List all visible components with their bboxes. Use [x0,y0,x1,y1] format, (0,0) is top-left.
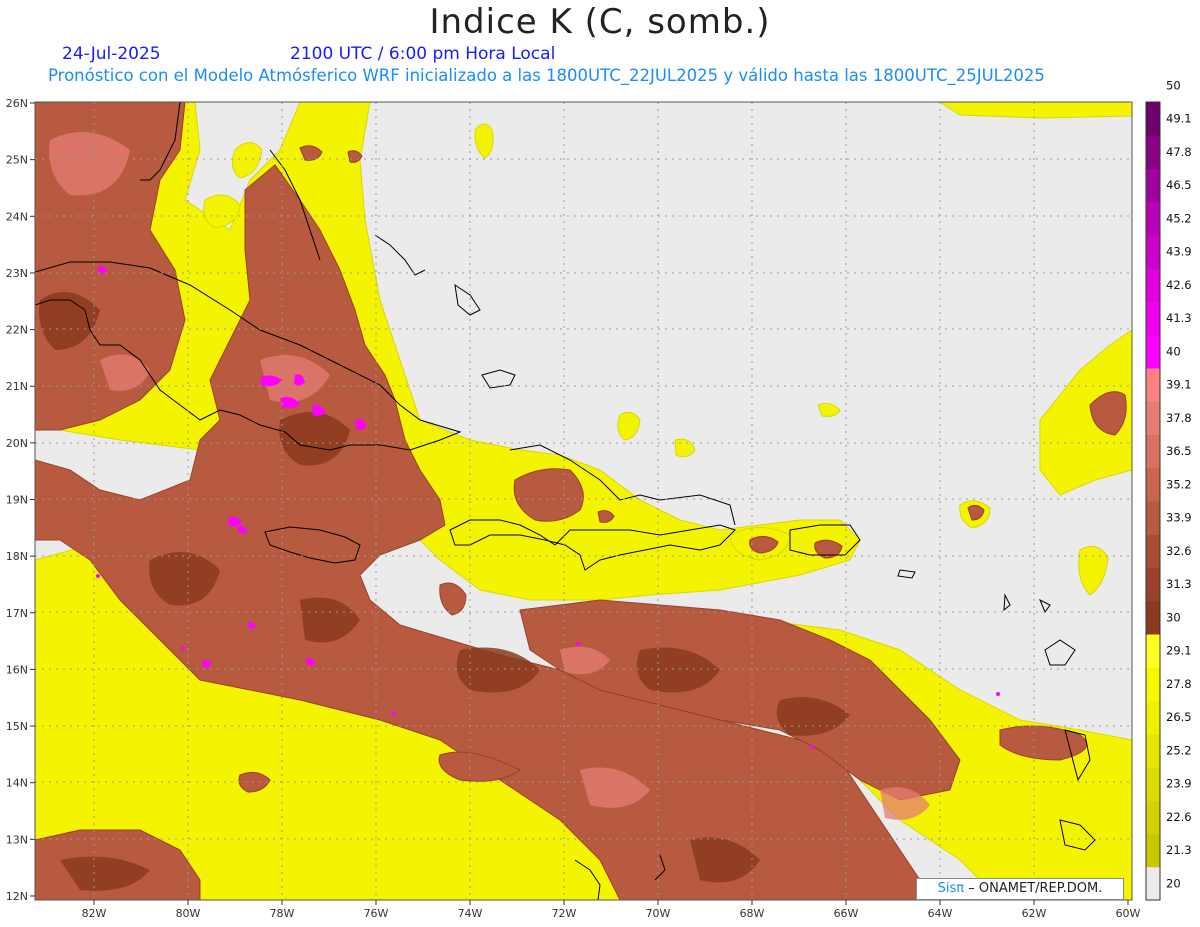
lon-label: 66W [834,907,859,920]
colorbar-label: 43.9 [1166,245,1192,259]
lat-label: 12N [6,890,28,903]
colorbar-segment [1146,634,1160,668]
colorbar-label: 39.1 [1166,378,1192,392]
colorbar-label: 42.6 [1166,278,1192,292]
colorbar: 20 21.3 22.6 23.9 25.2 26.5 27.8 29.1 30 31.3 32.6… [1145,78,1192,901]
colorbar-segment [1146,767,1160,801]
credit-box: Sisπ – ONAMET/REP.DOM. [916,878,1124,900]
colorbar-label: 41.3 [1166,311,1192,325]
colorbar-segment [1146,700,1160,735]
colorbar-label: 40 [1166,344,1181,358]
lon-label: 76W [364,907,389,920]
colorbar-segment [1146,467,1160,502]
colorbar-label: 32.6 [1166,544,1192,558]
lat-label: 15N [6,720,28,733]
lat-label: 16N [6,663,28,676]
colorbar-label: 46.5 [1166,178,1192,192]
colorbar-label: 27.8 [1166,677,1192,691]
colorbar-segment [1146,334,1160,369]
colorbar-segment [1146,667,1160,701]
colorbar-segment [1146,268,1160,302]
lat-label: 18N [6,550,28,563]
lat-label: 25N [6,154,28,167]
colorbar-label: 36.5 [1166,444,1192,458]
colorbar-label: 21.3 [1166,843,1192,857]
colorbar-label: 31.3 [1166,577,1192,591]
lon-label: 62W [1022,907,1047,920]
colorbar-segment [1146,368,1160,402]
lat-label: 17N [6,607,28,620]
colorbar-label: 29.1 [1166,644,1192,658]
k-index-map: 12N 13N 14N 15N 16N 17N 18N 19N 20N 21N 22N 23N 24N 2… [6,78,1192,920]
colorbar-segment [1146,135,1160,169]
longitude-axis: 82W 80W 78W 76W 74W 72W 70W 68W 66W 64W 62W 60W [82,900,1141,920]
colorbar-segment [1146,866,1160,901]
lat-label: 14N [6,777,28,790]
lon-label: 64W [928,907,953,920]
lon-label: 70W [646,907,671,920]
lon-label: 82W [82,907,107,920]
colorbar-segment [1146,434,1160,469]
lon-label: 68W [740,907,765,920]
colorbar-segment [1146,600,1160,635]
colorbar-label: 26.5 [1166,710,1192,724]
lat-label: 21N [6,380,28,393]
colorbar-segment [1146,201,1160,236]
colorbar-segment [1146,235,1160,269]
lat-label: 26N [6,97,28,110]
lat-label: 13N [6,833,28,846]
colorbar-label: 22.6 [1166,810,1192,824]
sispi-logo-text: Sisπ [937,881,965,896]
lon-label: 74W [458,907,483,920]
map-plot-area [35,102,1132,900]
colorbar-segment [1146,800,1160,834]
colorbar-label: 23.9 [1166,777,1192,791]
lat-label: 22N [6,324,28,337]
colorbar-segment [1146,534,1160,568]
colorbar-segment [1146,733,1160,768]
colorbar-label: 33.9 [1166,511,1192,525]
lat-label: 23N [6,267,28,280]
colorbar-segment [1146,567,1160,602]
colorbar-label: 25.2 [1166,743,1192,757]
latitude-axis: 12N 13N 14N 15N 16N 17N 18N 19N 20N 21N 22N 23N 24N 2… [6,97,35,903]
colorbar-segment [1146,401,1160,435]
colorbar-segment [1146,833,1160,868]
colorbar-label: 20 [1166,876,1181,890]
colorbar-segment [1146,168,1160,203]
lat-label: 24N [6,210,28,223]
lon-label: 72W [552,907,577,920]
colorbar-label: 30 [1166,610,1181,624]
lon-label: 60W [1116,907,1141,920]
colorbar-label: 37.8 [1166,411,1192,425]
lat-label: 19N [6,494,28,507]
colorbar-label: 49.1 [1166,112,1192,126]
lon-label: 78W [270,907,295,920]
lat-label: 20N [6,437,28,450]
lon-label: 80W [176,907,201,920]
colorbar-label: 50 [1166,78,1181,92]
colorbar-segment [1146,102,1160,136]
colorbar-label: 45.2 [1166,211,1192,225]
organization-text: – ONAMET/REP.DOM. [968,881,1103,896]
colorbar-label: 47.8 [1166,145,1192,159]
colorbar-segment [1146,301,1160,336]
colorbar-label: 35.2 [1166,477,1192,491]
colorbar-segment [1146,501,1160,535]
